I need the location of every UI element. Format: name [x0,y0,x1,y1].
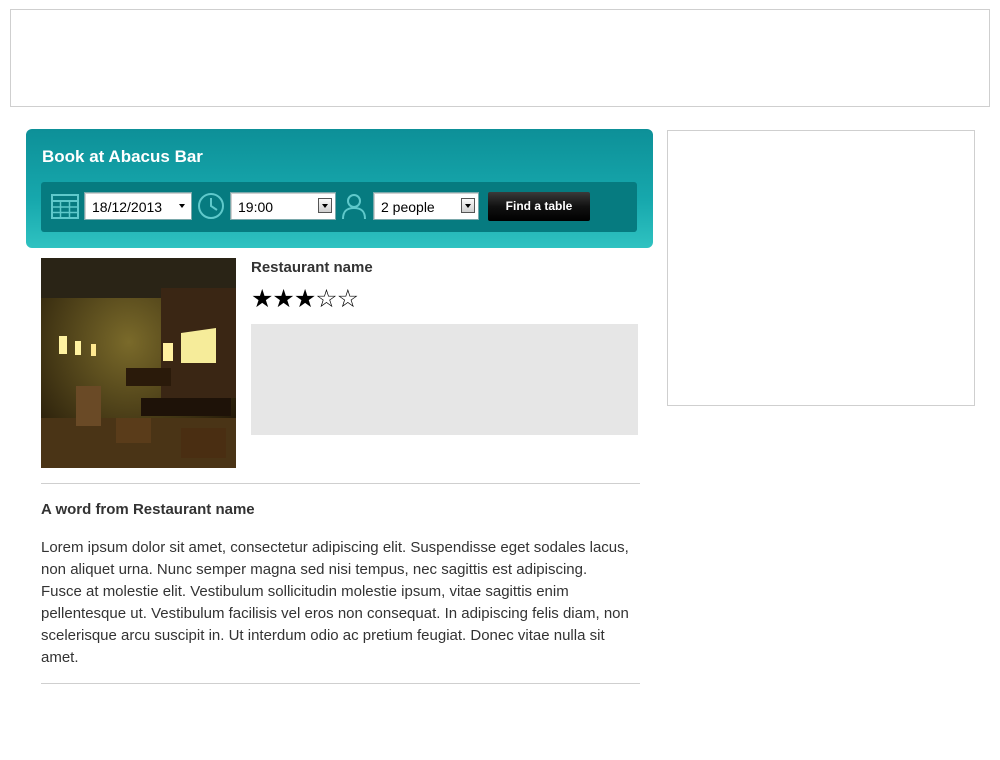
person-icon [342,194,366,220]
time-select[interactable]: 19:00 [230,192,336,220]
about-title: A word from Restaurant name [41,501,255,518]
clock-icon [198,193,224,219]
calendar-icon [51,194,79,219]
people-select[interactable]: 2 people [373,192,479,220]
top-banner-ad [10,9,990,107]
about-text: Lorem ipsum dolor sit amet, consectetur … [41,539,629,666]
booking-panel: Book at Abacus Bar 18/12/2013 19:00 2 pe… [26,129,653,248]
booking-title: Book at Abacus Bar [42,147,203,166]
dropdown-arrow-icon[interactable] [318,198,332,213]
date-select[interactable]: 18/12/2013 [84,192,192,220]
divider [41,483,640,484]
dropdown-arrow-icon[interactable] [461,198,475,213]
people-value: 2 people [381,199,435,215]
divider [41,683,640,684]
restaurant-name: Restaurant name [251,259,373,276]
side-ad [667,130,975,406]
star-rating: ★★★☆☆ [251,285,359,313]
chevron-down-icon [179,204,185,208]
time-value: 19:00 [238,199,274,215]
date-value: 18/12/2013 [92,199,163,215]
find-table-button[interactable]: Find a table [488,192,590,221]
info-placeholder [251,324,638,435]
restaurant-photo [41,258,236,468]
booking-form: 18/12/2013 19:00 2 people Find a table [41,182,637,232]
